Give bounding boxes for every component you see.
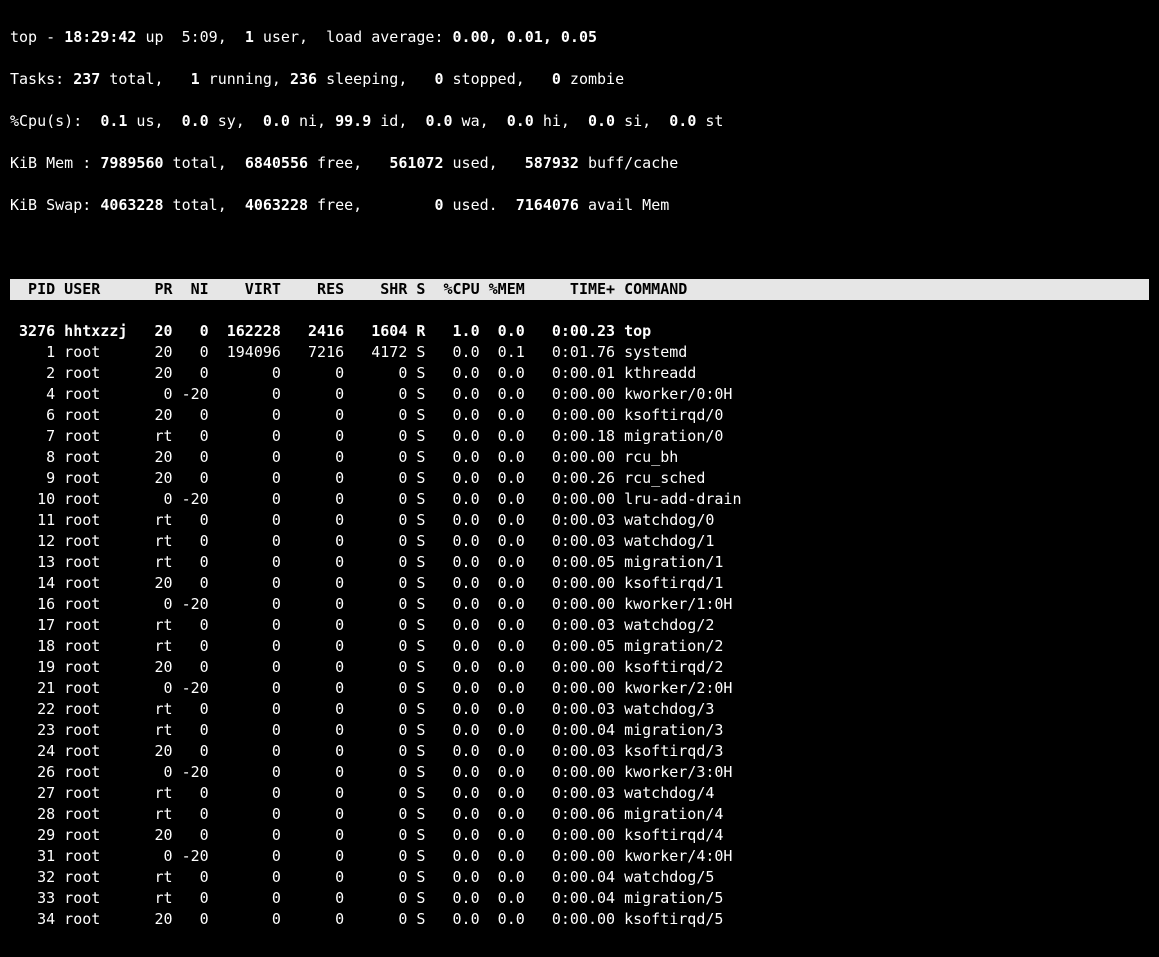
process-row: 11 root rt 0 0 0 0 S 0.0 0.0 0:00.03 wat…: [10, 510, 1149, 531]
process-row: 17 root rt 0 0 0 0 S 0.0 0.0 0:00.03 wat…: [10, 615, 1149, 636]
process-row: 19 root 20 0 0 0 0 S 0.0 0.0 0:00.00 kso…: [10, 657, 1149, 678]
process-row: 3276 hhtxzzj 20 0 162228 2416 1604 R 1.0…: [10, 321, 1149, 342]
terminal[interactable]: top - 18:29:42 up 5:09, 1 user, load ave…: [0, 0, 1159, 957]
process-row: 1 root 20 0 194096 7216 4172 S 0.0 0.1 0…: [10, 342, 1149, 363]
column-header: PID USER PR NI VIRT RES SHR S %CPU %MEM …: [10, 279, 1149, 300]
blank-line: [10, 237, 1149, 258]
process-row: 2 root 20 0 0 0 0 S 0.0 0.0 0:00.01 kthr…: [10, 363, 1149, 384]
process-row: 23 root rt 0 0 0 0 S 0.0 0.0 0:00.04 mig…: [10, 720, 1149, 741]
process-row: 31 root 0 -20 0 0 0 S 0.0 0.0 0:00.00 kw…: [10, 846, 1149, 867]
process-row: 6 root 20 0 0 0 0 S 0.0 0.0 0:00.00 ksof…: [10, 405, 1149, 426]
process-list: 3276 hhtxzzj 20 0 162228 2416 1604 R 1.0…: [10, 321, 1149, 930]
process-row: 32 root rt 0 0 0 0 S 0.0 0.0 0:00.04 wat…: [10, 867, 1149, 888]
process-row: 21 root 0 -20 0 0 0 S 0.0 0.0 0:00.00 kw…: [10, 678, 1149, 699]
process-row: 34 root 20 0 0 0 0 S 0.0 0.0 0:00.00 kso…: [10, 909, 1149, 930]
process-row: 28 root rt 0 0 0 0 S 0.0 0.0 0:00.06 mig…: [10, 804, 1149, 825]
process-row: 33 root rt 0 0 0 0 S 0.0 0.0 0:00.04 mig…: [10, 888, 1149, 909]
summary-line-swap: KiB Swap: 4063228 total, 4063228 free, 0…: [10, 195, 1149, 216]
process-row: 13 root rt 0 0 0 0 S 0.0 0.0 0:00.05 mig…: [10, 552, 1149, 573]
process-row: 14 root 20 0 0 0 0 S 0.0 0.0 0:00.00 kso…: [10, 573, 1149, 594]
process-row: 7 root rt 0 0 0 0 S 0.0 0.0 0:00.18 migr…: [10, 426, 1149, 447]
summary-line-mem: KiB Mem : 7989560 total, 6840556 free, 5…: [10, 153, 1149, 174]
process-row: 24 root 20 0 0 0 0 S 0.0 0.0 0:00.03 kso…: [10, 741, 1149, 762]
process-row: 12 root rt 0 0 0 0 S 0.0 0.0 0:00.03 wat…: [10, 531, 1149, 552]
process-row: 16 root 0 -20 0 0 0 S 0.0 0.0 0:00.00 kw…: [10, 594, 1149, 615]
process-row: 22 root rt 0 0 0 0 S 0.0 0.0 0:00.03 wat…: [10, 699, 1149, 720]
process-row: 18 root rt 0 0 0 0 S 0.0 0.0 0:00.05 mig…: [10, 636, 1149, 657]
summary-line-uptime: top - 18:29:42 up 5:09, 1 user, load ave…: [10, 27, 1149, 48]
process-row: 26 root 0 -20 0 0 0 S 0.0 0.0 0:00.00 kw…: [10, 762, 1149, 783]
process-row: 9 root 20 0 0 0 0 S 0.0 0.0 0:00.26 rcu_…: [10, 468, 1149, 489]
process-row: 8 root 20 0 0 0 0 S 0.0 0.0 0:00.00 rcu_…: [10, 447, 1149, 468]
summary-line-tasks: Tasks: 237 total, 1 running, 236 sleepin…: [10, 69, 1149, 90]
process-row: 27 root rt 0 0 0 0 S 0.0 0.0 0:00.03 wat…: [10, 783, 1149, 804]
process-row: 10 root 0 -20 0 0 0 S 0.0 0.0 0:00.00 lr…: [10, 489, 1149, 510]
summary-line-cpu: %Cpu(s): 0.1 us, 0.0 sy, 0.0 ni, 99.9 id…: [10, 111, 1149, 132]
process-row: 29 root 20 0 0 0 0 S 0.0 0.0 0:00.00 kso…: [10, 825, 1149, 846]
process-row: 4 root 0 -20 0 0 0 S 0.0 0.0 0:00.00 kwo…: [10, 384, 1149, 405]
